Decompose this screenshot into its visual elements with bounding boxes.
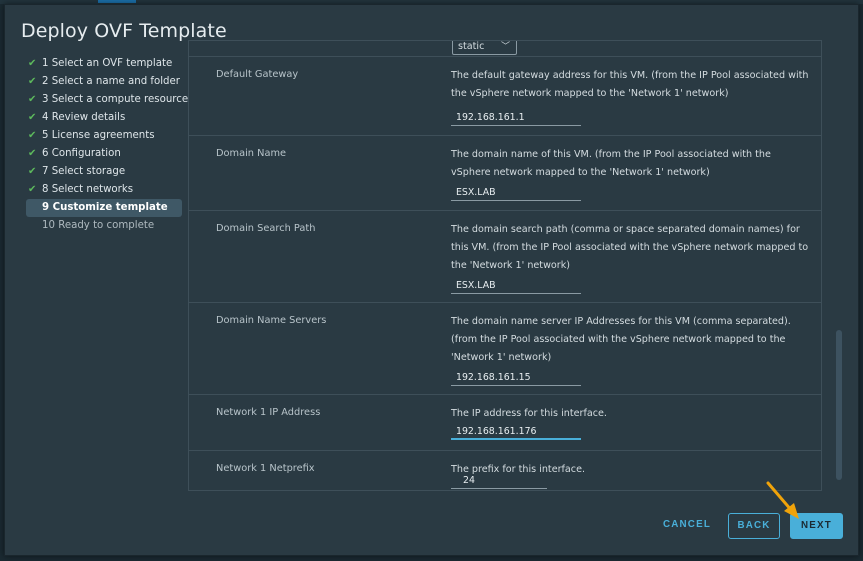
step-label: 8 Select networks: [42, 184, 134, 195]
step-select-name-and-folder[interactable]: ✔ 2 Select a name and folder: [26, 73, 182, 91]
dialog-title: Deploy OVF Template: [21, 20, 227, 42]
check-icon: ✔: [28, 94, 37, 105]
domain-name-servers-input[interactable]: [451, 370, 581, 386]
check-icon: ✔: [28, 184, 37, 195]
step-ready-to-complete: 10 Ready to complete: [26, 217, 182, 235]
ip-allocation-row: static ﹀: [189, 41, 821, 57]
property-label: Domain Name Servers: [216, 315, 327, 326]
step-customize-template[interactable]: 9 Customize template: [26, 199, 182, 217]
property-description: The domain search path (comma or space s…: [451, 224, 809, 271]
network-1-netprefix-input[interactable]: [451, 473, 547, 489]
property-label: Domain Search Path: [216, 223, 316, 234]
step-label: 5 License agreements: [42, 130, 155, 141]
property-label: Network 1 IP Address: [216, 407, 321, 418]
step-label: 2 Select a name and folder: [42, 76, 180, 87]
check-icon: ✔: [28, 58, 37, 69]
scrollbar-thumb[interactable]: [836, 330, 842, 480]
chevron-down-icon: ﹀: [500, 42, 510, 52]
domain-name-input[interactable]: [451, 185, 581, 201]
property-label: Domain Name: [216, 148, 287, 159]
property-description: The IP address for this interface.: [451, 408, 607, 419]
domain-search-path-input[interactable]: [451, 278, 581, 294]
step-label: 3 Select a compute resource: [42, 94, 189, 105]
wizard-steps: ✔ 1 Select an OVF template ✔ 2 Select a …: [26, 55, 188, 235]
pointer-arrow-icon: [766, 481, 799, 519]
check-icon: ✔: [28, 166, 37, 177]
property-row-domain-name-servers: Domain Name Servers The domain name serv…: [189, 303, 821, 395]
step-label: 6 Configuration: [42, 148, 121, 159]
step-label: 10 Ready to complete: [42, 220, 155, 231]
step-select-networks[interactable]: ✔ 8 Select networks: [26, 181, 182, 199]
step-label: 9 Customize template: [42, 202, 168, 213]
step-review-details[interactable]: ✔ 4 Review details: [26, 109, 182, 127]
default-gateway-input[interactable]: [451, 110, 581, 126]
check-icon: ✔: [28, 76, 37, 87]
property-label: Network 1 Netprefix: [216, 463, 315, 474]
step-configuration[interactable]: ✔ 6 Configuration: [26, 145, 182, 163]
background-active-tab: [98, 0, 136, 3]
step-label: 7 Select storage: [42, 166, 126, 177]
property-description: The domain name of this VM. (from the IP…: [451, 149, 771, 178]
network-1-ip-address-input[interactable]: [451, 424, 581, 440]
cancel-button[interactable]: CANCEL: [658, 513, 716, 539]
property-row-domain-name: Domain Name The domain name of this VM. …: [189, 136, 821, 211]
step-label: 1 Select an OVF template: [42, 58, 173, 69]
step-select-compute-resource[interactable]: ✔ 3 Select a compute resource: [26, 91, 188, 109]
step-label: 4 Review details: [42, 112, 126, 123]
property-row-network-1-ip-address: Network 1 IP Address The IP address for …: [189, 395, 821, 451]
check-icon: ✔: [28, 130, 37, 141]
customize-template-panel: static ﹀ Default Gateway The default gat…: [188, 40, 822, 491]
step-select-storage[interactable]: ✔ 7 Select storage: [26, 163, 182, 181]
select-value: static: [458, 41, 485, 52]
property-label: Default Gateway: [216, 69, 299, 80]
property-description: The default gateway address for this VM.…: [451, 70, 809, 99]
property-row-network-1-netprefix: Network 1 Netprefix The prefix for this …: [189, 451, 821, 490]
check-icon: ✔: [28, 112, 37, 123]
property-description: The domain name server IP Addresses for …: [451, 316, 791, 363]
step-license-agreements[interactable]: ✔ 5 License agreements: [26, 127, 182, 145]
step-select-ovf-template[interactable]: ✔ 1 Select an OVF template: [26, 55, 182, 73]
check-icon: ✔: [28, 148, 37, 159]
property-row-default-gateway: Default Gateway The default gateway addr…: [189, 57, 821, 136]
ip-allocation-select[interactable]: static ﹀: [452, 41, 517, 55]
property-row-domain-search-path: Domain Search Path The domain search pat…: [189, 211, 821, 303]
